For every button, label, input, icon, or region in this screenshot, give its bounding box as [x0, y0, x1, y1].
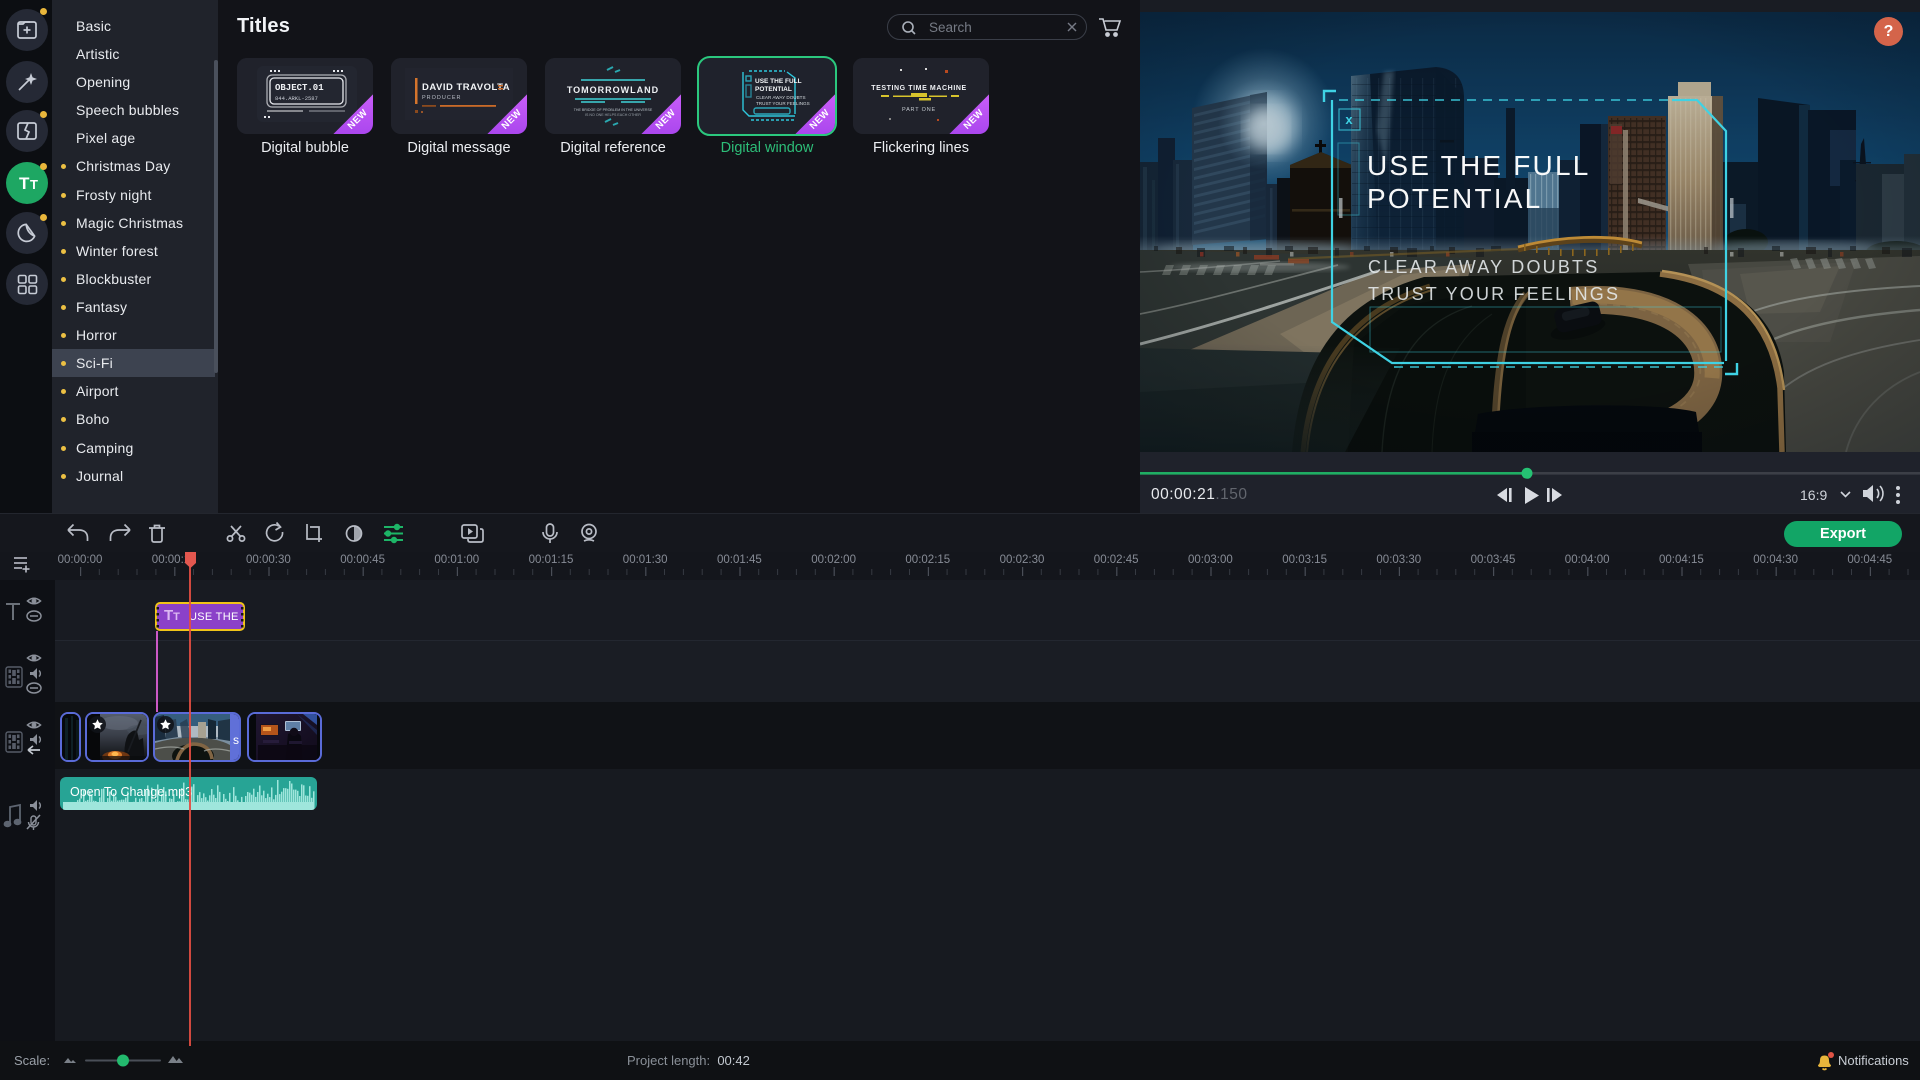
svg-text:s: s: [233, 733, 239, 747]
svg-text:DAVID TRAVOLTA: DAVID TRAVOLTA: [422, 82, 510, 93]
svg-text:PRODUCER: PRODUCER: [422, 95, 461, 101]
svg-text:IS NO ONE HELPS EACH OTHER: IS NO ONE HELPS EACH OTHER: [585, 113, 641, 117]
svg-text:USE THE FULL: USE THE FULL: [1367, 150, 1591, 181]
svg-text:POTENTIAL: POTENTIAL: [1367, 183, 1542, 214]
svg-text:POTENTIAL: POTENTIAL: [755, 86, 792, 93]
svg-text:844.ARKL-2587: 844.ARKL-2587: [275, 95, 318, 102]
svg-text:TRUST YOUR FEELINGS: TRUST YOUR FEELINGS: [1368, 284, 1620, 304]
svg-text:USE THE FULL: USE THE FULL: [755, 78, 802, 85]
svg-text:CLEAR AWAY DOUBTS: CLEAR AWAY DOUBTS: [1368, 257, 1599, 277]
svg-text:THE BRIDGE OF PROBLEM IN THE U: THE BRIDGE OF PROBLEM IN THE UNIVERSE: [574, 108, 653, 112]
svg-text:CLEAR AWAY DOUBTS: CLEAR AWAY DOUBTS: [756, 95, 806, 100]
svg-text:OBJECT.01: OBJECT.01: [275, 83, 324, 93]
svg-text:T: T: [30, 177, 38, 192]
svg-text:x: x: [1345, 112, 1353, 127]
svg-text:TRUST YOUR FEELINGS: TRUST YOUR FEELINGS: [756, 101, 810, 106]
svg-text:TOMORROWLAND: TOMORROWLAND: [567, 85, 659, 95]
svg-text:PART ONE: PART ONE: [902, 107, 936, 113]
svg-text:TESTING TIME MACHINE: TESTING TIME MACHINE: [871, 85, 967, 92]
svg-text:T: T: [19, 174, 30, 193]
